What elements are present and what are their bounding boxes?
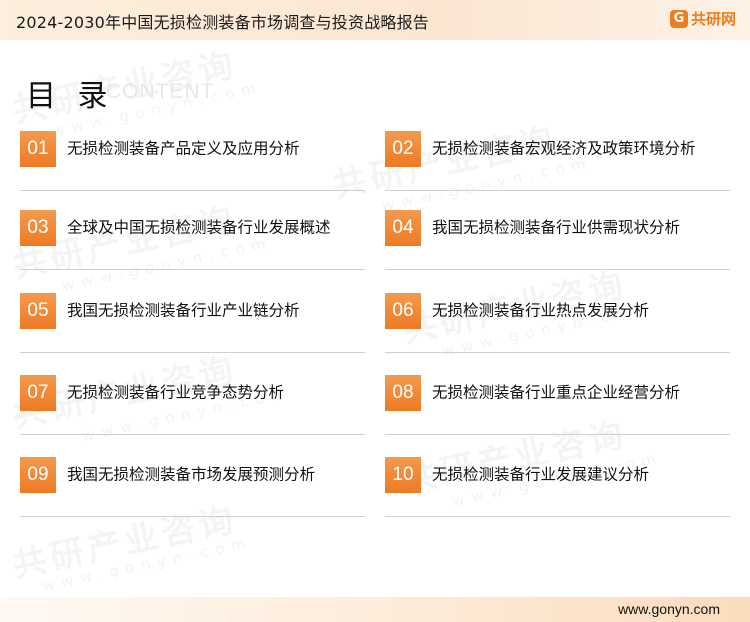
item-number: 03	[20, 210, 56, 246]
brand-mark-icon: G	[669, 9, 688, 28]
item-number: 10	[385, 457, 421, 493]
toc-item-05[interactable]: 05 我国无损检测装备行业产业链分析	[20, 293, 365, 353]
brand-name: 共研网	[690, 10, 736, 28]
toc-heading: 目 录	[26, 79, 114, 114]
footer-bar: www.gonyn.com	[0, 597, 750, 622]
item-title: 无损检测装备行业重点企业经营分析	[432, 383, 681, 401]
footer-url[interactable]: www.gonyn.com	[618, 601, 720, 617]
brand-logo[interactable]: G 共研网	[669, 8, 736, 29]
toc-item-01[interactable]: 01 无损检测装备产品定义及应用分析	[20, 131, 365, 191]
item-number: 08	[385, 375, 421, 411]
toc-item-08[interactable]: 08 无损检测装备行业重点企业经营分析	[385, 375, 730, 435]
item-number: 01	[20, 131, 56, 167]
watermark-url: www.gonyn.com	[40, 532, 255, 596]
toc-item-04[interactable]: 04 我国无损检测装备行业供需现状分析	[385, 210, 730, 270]
header-bar: 2024-2030年中国无损检测装备市场调查与投资战略报告 G 共研网	[0, 0, 750, 40]
item-title: 无损检测装备行业竞争态势分析	[67, 383, 285, 401]
item-title: 全球及中国无损检测装备行业发展概述	[67, 218, 331, 236]
toc-item-02[interactable]: 02 无损检测装备宏观经济及政策环境分析	[385, 131, 730, 191]
item-title: 无损检测装备行业热点发展分析	[432, 301, 650, 319]
toc-item-03[interactable]: 03 全球及中国无损检测装备行业发展概述	[20, 210, 365, 270]
item-number: 07	[20, 375, 56, 411]
item-number: 06	[385, 293, 421, 329]
item-number: 02	[385, 131, 421, 167]
item-number: 05	[20, 293, 56, 329]
item-title: 我国无损检测装备行业供需现状分析	[432, 218, 681, 236]
item-title: 无损检测装备产品定义及应用分析	[67, 139, 300, 157]
item-title: 无损检测装备宏观经济及政策环境分析	[432, 139, 696, 157]
item-title: 我国无损检测装备市场发展预测分析	[67, 465, 316, 483]
toc-item-06[interactable]: 06 无损检测装备行业热点发展分析	[385, 293, 730, 353]
item-title: 无损检测装备行业发展建议分析	[432, 465, 650, 483]
item-number: 04	[385, 210, 421, 246]
report-title: 2024-2030年中国无损检测装备市场调查与投资战略报告	[16, 13, 430, 32]
item-title: 我国无损检测装备行业产业链分析	[67, 301, 300, 319]
item-number: 09	[20, 457, 56, 493]
toc-item-10[interactable]: 10 无损检测装备行业发展建议分析	[385, 457, 730, 517]
toc-subheading: CONTENT	[106, 80, 215, 103]
toc-item-09[interactable]: 09 我国无损检测装备市场发展预测分析	[20, 457, 365, 517]
toc-item-07[interactable]: 07 无损检测装备行业竞争态势分析	[20, 375, 365, 435]
